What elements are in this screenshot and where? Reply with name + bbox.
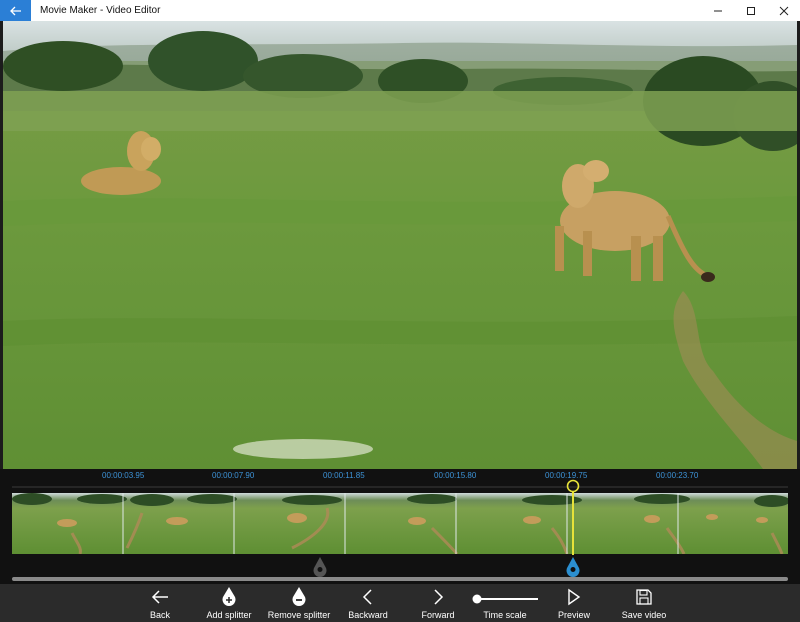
remove-splitter-label: Remove splitter xyxy=(267,610,331,620)
preview-button[interactable]: Preview xyxy=(556,584,592,622)
filmstrip-thumbnails xyxy=(12,493,788,554)
time-scale-control[interactable]: Time scale xyxy=(470,584,540,622)
movie-maker-window: Movie Maker - Video Editor 00:00:03.95 0… xyxy=(0,0,800,622)
title-bar: Movie Maker - Video Editor xyxy=(0,0,800,21)
chevron-right-icon xyxy=(434,589,444,605)
bottom-toolbar: Back Add splitter Remove splitter Backwa… xyxy=(0,584,800,622)
timestamp-label: 00:00:07.90 xyxy=(212,471,255,480)
time-scale-slider[interactable] xyxy=(470,587,540,607)
playhead[interactable] xyxy=(563,479,583,559)
timestamp-label: 00:00:15.80 xyxy=(434,471,477,480)
remove-splitter-icon xyxy=(292,587,306,606)
forward-label: Forward xyxy=(421,610,455,620)
minimize-icon xyxy=(713,10,722,11)
timeline-scrollbar[interactable] xyxy=(12,577,788,581)
play-icon xyxy=(568,588,581,606)
time-scale-label: Time scale xyxy=(483,610,527,620)
video-preview[interactable] xyxy=(3,21,797,469)
window-title: Movie Maker - Video Editor xyxy=(40,5,161,16)
timeline-panel[interactable]: 00:00:03.95 00:00:07.90 00:00:11.85 00:0… xyxy=(0,469,800,584)
add-splitter-icon xyxy=(222,587,236,606)
add-splitter-button[interactable]: Add splitter xyxy=(198,584,260,622)
timestamp-label: 00:00:11.85 xyxy=(323,471,365,480)
save-video-label: Save video xyxy=(621,610,667,620)
timestamp-label: 00:00:03.95 xyxy=(102,471,145,480)
close-button[interactable] xyxy=(767,0,800,21)
chevron-left-icon xyxy=(362,589,372,605)
video-frame-image xyxy=(3,21,797,469)
title-back-button[interactable] xyxy=(0,0,31,21)
minimize-button[interactable] xyxy=(701,0,734,21)
close-icon xyxy=(779,6,788,15)
timeline-ruler xyxy=(12,486,788,488)
add-splitter-label: Add splitter xyxy=(206,610,252,620)
maximize-button[interactable] xyxy=(734,0,767,21)
backward-button[interactable]: Backward xyxy=(344,584,392,622)
arrow-left-icon xyxy=(151,590,168,604)
save-video-button[interactable]: Save video xyxy=(617,584,671,622)
timestamp-label: 00:00:23.70 xyxy=(656,471,699,480)
remove-splitter-button[interactable]: Remove splitter xyxy=(264,584,334,622)
back-button[interactable]: Back xyxy=(140,584,180,622)
splitter-marker-active[interactable] xyxy=(565,556,581,578)
maximize-icon xyxy=(746,6,755,15)
forward-button[interactable]: Forward xyxy=(417,584,459,622)
preview-label: Preview xyxy=(557,610,590,620)
save-icon xyxy=(636,589,652,605)
arrow-left-icon xyxy=(9,6,21,15)
splitter-marker-inactive[interactable] xyxy=(312,556,328,578)
filmstrip[interactable] xyxy=(12,493,788,554)
backward-label: Backward xyxy=(348,610,388,620)
back-button-label: Back xyxy=(149,610,170,620)
